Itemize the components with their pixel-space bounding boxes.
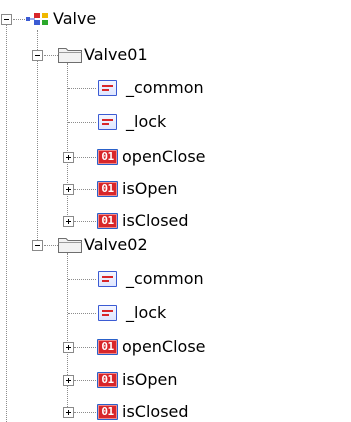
expand-toggle[interactable] [63,216,74,227]
node-label[interactable]: _lock [126,303,166,323]
node-label[interactable]: isClosed [122,402,189,422]
bit-icon: 01 [97,149,118,165]
node-label[interactable]: openClose [122,337,206,357]
node-label[interactable]: _lock [126,112,166,132]
tree-node-valve[interactable]: Valve [0,4,351,34]
tree-node-isopen[interactable]: 01 isOpen [0,365,351,395]
bit-icon: 01 [97,339,118,355]
bit-icon: 01 [97,404,118,420]
bit-icon: 01 [97,213,118,229]
tree-node-isclosed[interactable]: 01 isClosed [0,397,351,422]
tree-node-lock[interactable]: _lock [0,107,351,137]
node-label[interactable]: openClose [122,147,206,167]
folder-icon [58,238,82,253]
expand-toggle[interactable] [63,407,74,418]
node-label[interactable]: _common [126,78,204,98]
tree-view: Valve Valve01 _common _lock 01 openClose [0,0,351,422]
expand-toggle[interactable] [63,152,74,163]
expand-toggle[interactable] [63,342,74,353]
element-icon [98,271,117,287]
tree-node-isopen[interactable]: 01 isOpen [0,174,351,204]
node-label[interactable]: isClosed [122,211,189,231]
struct-type-icon [26,13,48,25]
node-label[interactable]: Valve02 [84,235,148,255]
node-label[interactable]: _common [126,269,204,289]
tree-node-common[interactable]: _common [0,73,351,103]
collapse-toggle[interactable] [32,50,43,61]
element-icon [98,114,117,130]
bit-icon: 01 [97,181,118,197]
tree-node-common[interactable]: _common [0,264,351,294]
tree-node-openclose[interactable]: 01 openClose [0,142,351,172]
collapse-toggle[interactable] [1,14,12,25]
tree-node-openclose[interactable]: 01 openClose [0,332,351,362]
element-icon [98,305,117,321]
node-label[interactable]: Valve01 [84,45,148,65]
element-icon [98,80,117,96]
tree-node-valve01[interactable]: Valve01 [0,40,351,70]
node-label[interactable]: Valve [53,9,96,29]
expand-toggle[interactable] [63,375,74,386]
tree-node-lock[interactable]: _lock [0,298,351,328]
collapse-toggle[interactable] [32,240,43,251]
tree-node-valve02[interactable]: Valve02 [0,230,351,260]
bit-icon: 01 [97,372,118,388]
folder-icon [58,48,82,63]
node-label[interactable]: isOpen [122,370,178,390]
expand-toggle[interactable] [63,184,74,195]
node-label[interactable]: isOpen [122,179,178,199]
